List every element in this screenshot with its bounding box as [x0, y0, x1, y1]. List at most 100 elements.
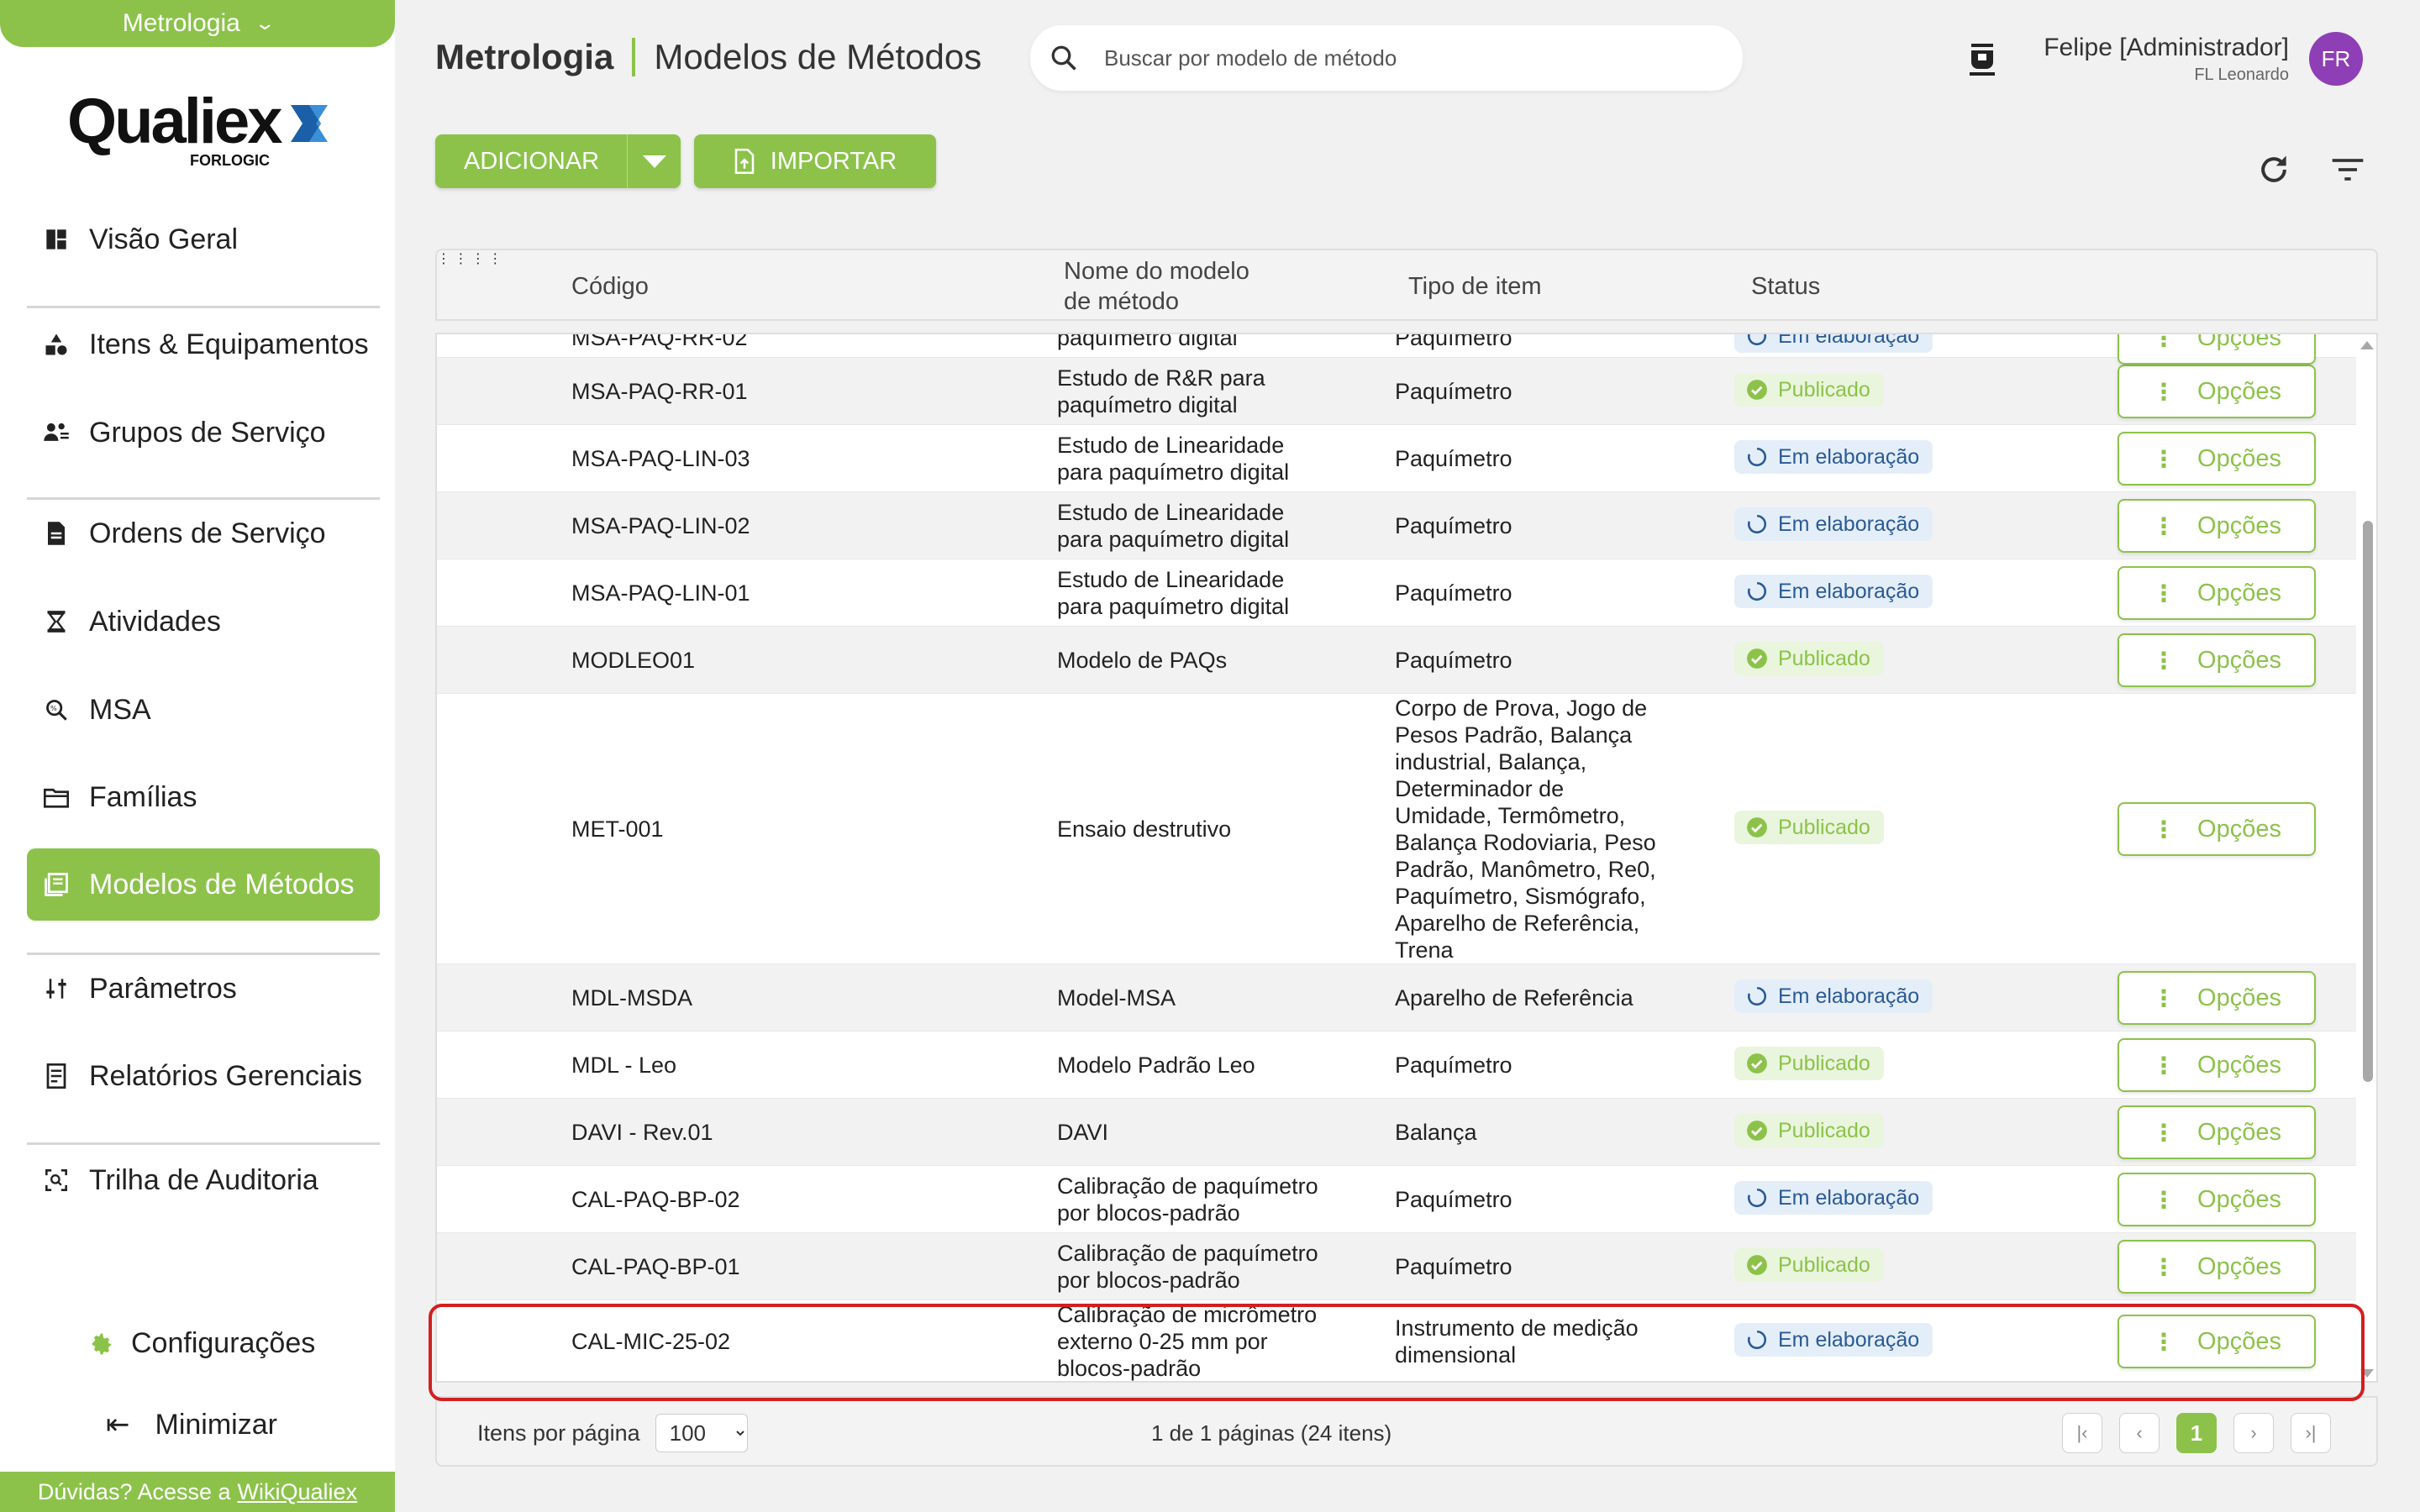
- cell-name-line: para paquímetro digital: [1057, 459, 1290, 485]
- page-button-current[interactable]: 1: [2176, 1413, 2217, 1453]
- module-switcher[interactable]: Metrologia ⌄: [0, 0, 395, 47]
- filter-icon[interactable]: [2329, 151, 2366, 188]
- coffee-cup-icon[interactable]: [1963, 39, 2003, 79]
- column-menu-type-icon[interactable]: ⋮: [471, 252, 485, 266]
- table-row[interactable]: MSA-PAQ-LIN-02 Estudo de Linearidade para …: [437, 492, 2356, 559]
- cell-name-line: blocos-padrão: [1057, 1356, 1202, 1381]
- column-header-name[interactable]: Nome do modelo de método: [1064, 250, 1274, 323]
- column-menu-name-icon[interactable]: ⋮: [454, 252, 467, 266]
- settings-link[interactable]: Configurações: [89, 1327, 315, 1360]
- scroll-down-arrow-icon[interactable]: [2360, 1368, 2375, 1379]
- sidebar-item-trilha-de-auditoria[interactable]: Trilha de Auditoria: [27, 1144, 380, 1216]
- sidebar-item-familias[interactable]: Famílias: [27, 761, 380, 833]
- status-label: Em elaboração: [1778, 333, 1920, 348]
- user-info[interactable]: Felipe [Administrador] FL Leonardo: [2044, 34, 2289, 85]
- import-button[interactable]: IMPORTAR: [694, 134, 936, 188]
- table-row[interactable]: DAVI - Rev.01 DAVI Balança Publicado ⋮ Opções: [437, 1099, 2356, 1166]
- scroll-thumb[interactable]: [2363, 521, 2373, 1082]
- column-menu-status-icon[interactable]: ⋮: [488, 252, 502, 266]
- table-row[interactable]: CAL-PAQ-BP-01 Calibração de paquímetro por…: [437, 1233, 2356, 1300]
- cell-code: MSA-PAQ-LIN-03: [571, 446, 750, 471]
- status-label: Publicado: [1778, 1252, 1870, 1277]
- column-header-type[interactable]: Tipo de item: [1408, 250, 1542, 323]
- avatar[interactable]: FR: [2309, 32, 2363, 86]
- table-body[interactable]: CAL-MIC-25-02 Calibração de micrômetro ext…: [435, 333, 2378, 1383]
- cell-name: paquímetro digital: [1057, 334, 1238, 351]
- cell-name-line: por blocos-padrão: [1057, 1268, 1240, 1293]
- add-button[interactable]: ADICIONAR: [435, 134, 681, 188]
- options-button[interactable]: ⋮ Opções: [2118, 971, 2316, 1025]
- settings-label: Configurações: [131, 1327, 316, 1359]
- column-header-code[interactable]: Código: [571, 250, 649, 323]
- search-box: [1030, 25, 1743, 91]
- sidebar-item-itens-equipamentos[interactable]: Itens & Equipamentos: [27, 308, 380, 381]
- prev-page-button[interactable]: ‹: [2119, 1413, 2160, 1453]
- table-row[interactable]: MSA-PAQ-RR-01 Estudo de R&R para paquímetr…: [437, 358, 2356, 425]
- options-button[interactable]: ⋮ Opções: [2118, 1038, 2316, 1092]
- options-button[interactable]: ⋮ Opções: [2118, 432, 2316, 486]
- user-org: FL Leonardo: [2194, 66, 2289, 84]
- search-input[interactable]: [1104, 45, 1692, 71]
- per-page-select[interactable]: 100: [655, 1414, 748, 1452]
- sidebar-item-parametros[interactable]: Parâmetros: [27, 953, 380, 1025]
- book-icon: [42, 870, 71, 899]
- options-button[interactable]: ⋮ Opções: [2118, 365, 2316, 418]
- sidebar-item-msa[interactable]: % MSA: [27, 674, 380, 746]
- options-label: Opções: [2197, 579, 2281, 606]
- options-button[interactable]: ⋮ Opções: [2118, 499, 2316, 553]
- column-label: Nome do modelo de método: [1064, 258, 1249, 315]
- table-row[interactable]: MODLEO01 Modelo de PAQs Paquímetro Publicad…: [437, 627, 2356, 694]
- status-badge: Publicado: [1734, 1047, 1884, 1080]
- vertical-scrollbar[interactable]: [2358, 334, 2376, 1381]
- cell-type-line: Trena: [1395, 937, 1454, 963]
- options-label: Opções: [2197, 1252, 2281, 1280]
- column-header-status[interactable]: Status: [1751, 250, 1820, 323]
- sidebar-item-grupos-de-servico[interactable]: Grupos de Serviço: [27, 396, 380, 469]
- options-button[interactable]: ⋮ Opções: [2118, 633, 2316, 687]
- loading-circle-icon: [1747, 447, 1767, 467]
- sidebar-item-modelos-de-metodos[interactable]: Modelos de Métodos: [27, 848, 380, 921]
- column-menu-code-icon[interactable]: ⋮: [437, 252, 450, 266]
- next-page-button[interactable]: ›: [2233, 1413, 2274, 1453]
- loading-circle-icon: [1747, 334, 1767, 346]
- first-page-button[interactable]: |‹: [2062, 1413, 2102, 1453]
- options-button[interactable]: ⋮ Opções: [2118, 802, 2316, 856]
- scroll-up-arrow-icon[interactable]: [2360, 339, 2375, 351]
- cell-name: Estudo de R&R para paquímetro digital: [1057, 365, 1265, 418]
- options-button[interactable]: ⋮ Opções: [2118, 1105, 2316, 1159]
- gear-icon: [92, 1333, 112, 1354]
- options-button[interactable]: ⋮ Opções: [2118, 1240, 2316, 1294]
- cell-type-line: Paquímetro: [1395, 580, 1512, 606]
- table-row[interactable]: MSA-PAQ-LIN-03 Estudo de Linearidade para …: [437, 425, 2356, 492]
- table-row[interactable]: MSA-PAQ-RR-02 paquímetro digital Paquímetr…: [437, 333, 2356, 365]
- minimize-sidebar-button[interactable]: ⇤ Minimizar: [106, 1408, 277, 1441]
- options-button[interactable]: ⋮ Opções: [2118, 1315, 2316, 1368]
- file-upload-icon: [734, 149, 755, 174]
- add-dropdown-toggle[interactable]: [627, 134, 681, 188]
- last-page-button[interactable]: ›|: [2291, 1413, 2331, 1453]
- column-label: Código: [571, 272, 649, 300]
- wiki-link[interactable]: WikiQualiex: [238, 1479, 358, 1505]
- cell-name-line: DAVI: [1057, 1120, 1109, 1145]
- options-button[interactable]: ⋮ Opções: [2118, 566, 2316, 620]
- sidebar-item-atividades[interactable]: Atividades: [27, 585, 380, 658]
- cell-type-line: Paquímetro: [1395, 1254, 1512, 1279]
- models-table: Código ⋮ Nome do modelo de método ⋮ Tipo…: [435, 249, 2378, 1470]
- user-name: Felipe [Administrador]: [2044, 34, 2289, 61]
- options-button[interactable]: ⋮ Opções: [2118, 334, 2316, 365]
- table-row[interactable]: CAL-PAQ-BP-02 Calibração de paquímetro por…: [437, 1166, 2356, 1233]
- table-row[interactable]: MET-001 Ensaio destrutivo Corpo de Prova, …: [437, 694, 2356, 964]
- sidebar-item-ordens-de-servico[interactable]: Ordens de Serviço: [27, 497, 380, 570]
- table-footer: Itens por página 100 1 de 1 páginas (24 …: [435, 1396, 2378, 1467]
- table-row[interactable]: MDL-MSDA Model-MSA Aparelho de Referência E…: [437, 964, 2356, 1032]
- sidebar-item-visao-geral[interactable]: Visão Geral: [27, 203, 380, 276]
- table-row[interactable]: MDL - Leo Modelo Padrão Leo Paquímetro Publ…: [437, 1032, 2356, 1099]
- cell-type-line: Pesos Padrão, Balança: [1395, 722, 1633, 748]
- refresh-icon[interactable]: [2255, 151, 2292, 188]
- table-row[interactable]: CAL-MIC-25-02 Calibração de micrômetro ext…: [437, 1300, 2356, 1381]
- sidebar-item-relatorios-gerenciais[interactable]: Relatórios Gerenciais: [27, 1040, 380, 1112]
- nav-divider: [27, 497, 380, 500]
- table-row[interactable]: MSA-PAQ-LIN-01 Estudo de Linearidade para …: [437, 559, 2356, 627]
- options-button[interactable]: ⋮ Opções: [2118, 1173, 2316, 1226]
- cell-name: Estudo de Linearidade para paquímetro dig…: [1057, 499, 1289, 553]
